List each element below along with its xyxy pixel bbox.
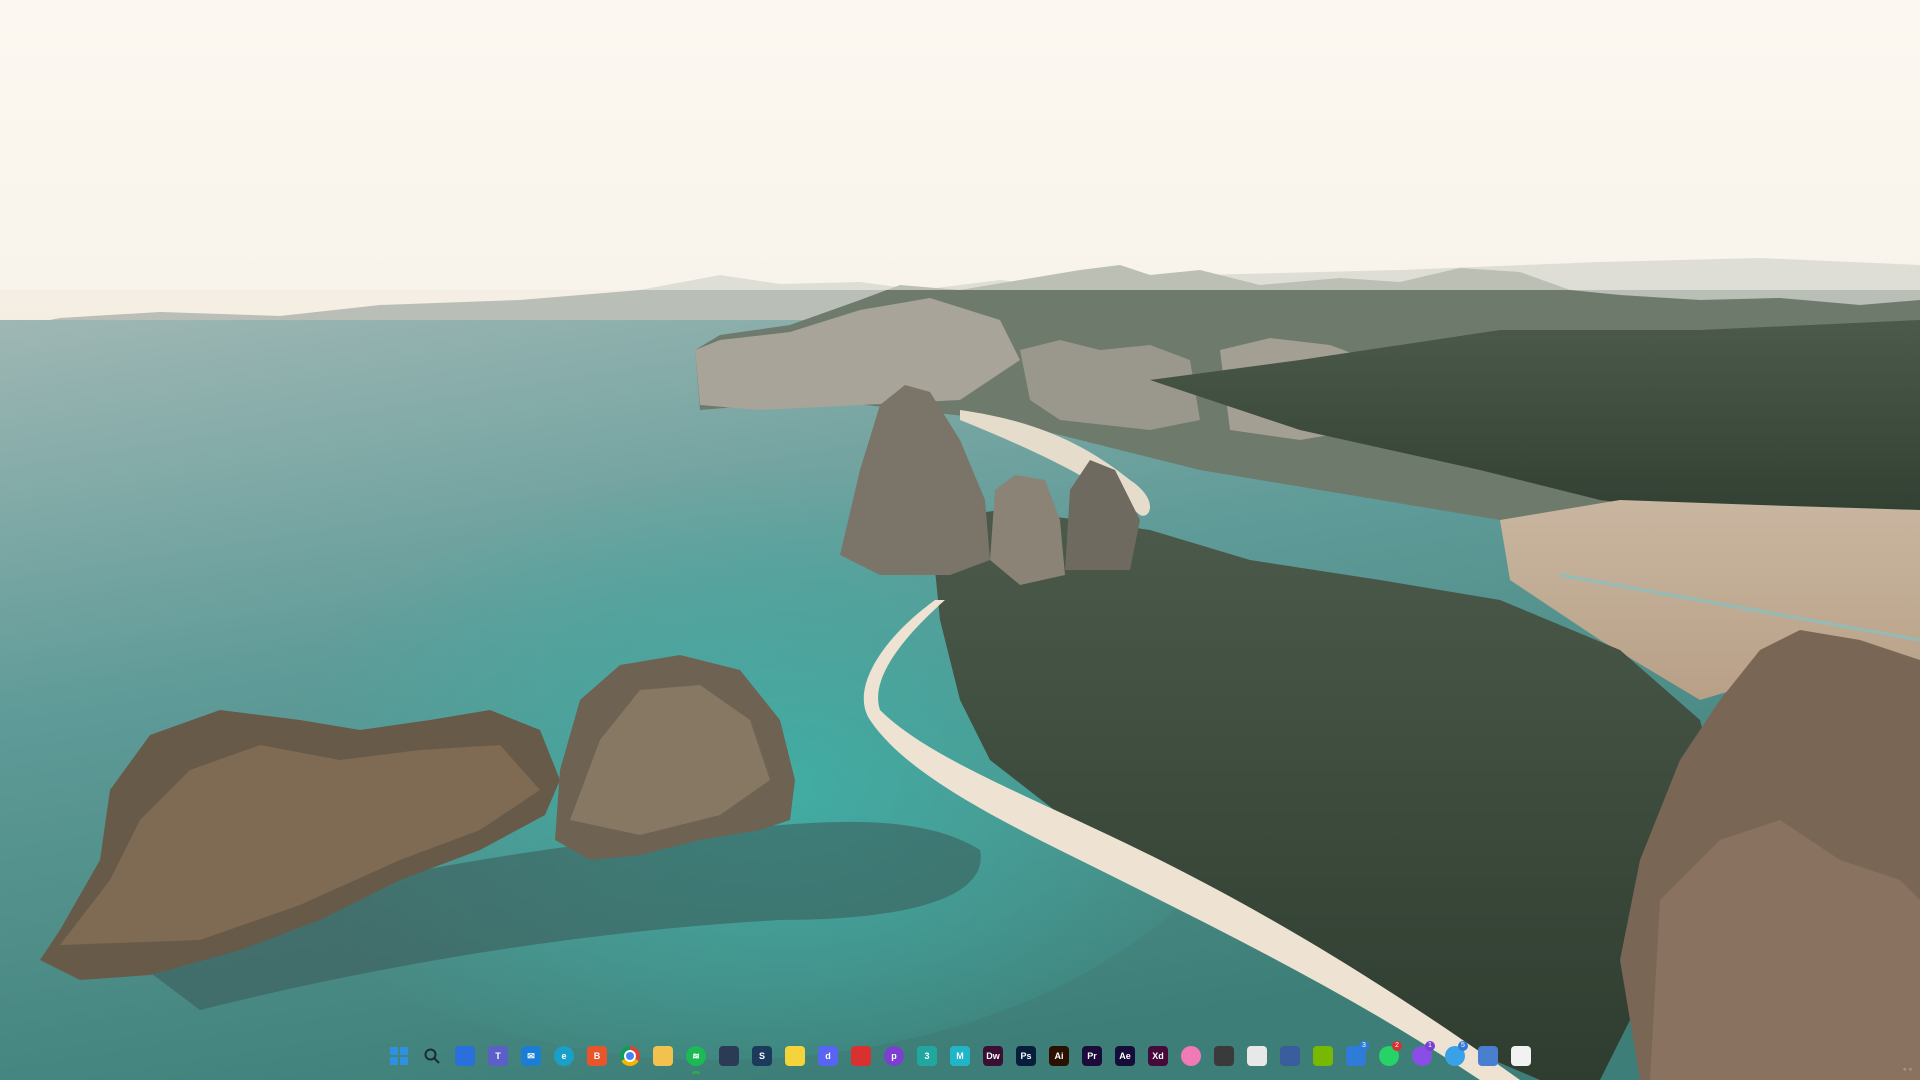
system-tray[interactable]: ◦ ◦ (1903, 1064, 1912, 1074)
search-icon (422, 1046, 442, 1066)
notes-app-icon (1280, 1046, 1300, 1066)
windows-logo-icon (389, 1046, 409, 1066)
taskbar-after-effects-button[interactable]: Ae (1110, 1036, 1140, 1076)
purple-app-icon: p (884, 1046, 904, 1066)
edge-icon: e (554, 1046, 574, 1066)
notification-badge: 3 (1359, 1041, 1369, 1051)
teal-app-icon: 3 (917, 1046, 937, 1066)
taskbar-premiere-button[interactable]: Pr (1077, 1036, 1107, 1076)
taskbar-steam-button[interactable]: S (747, 1036, 777, 1076)
taskbar-app-teal-button[interactable]: 3 (912, 1036, 942, 1076)
taskbar-photoshop-button[interactable]: Ps (1011, 1036, 1041, 1076)
folder-icon (653, 1046, 673, 1066)
taskbar-start-button[interactable] (384, 1036, 414, 1076)
desktop: T ✉ e B ≋ Sd p 3 M Dw Ps Ai Pr Ae Xd 3 2 1 5 ◦ ◦ (0, 0, 1920, 1080)
taskbar-nvidia-button[interactable] (1308, 1036, 1338, 1076)
calculator-icon (1478, 1046, 1498, 1066)
after-effects-icon: Ae (1115, 1046, 1135, 1066)
taskbar-mail-button[interactable]: ✉ (516, 1036, 546, 1076)
taskbar-app-blue-doc-button[interactable] (1275, 1036, 1305, 1076)
taskbar-illustrator-button[interactable]: Ai (1044, 1036, 1074, 1076)
taskbar-messenger-button[interactable]: 1 (1407, 1036, 1437, 1076)
sticky-notes-icon (785, 1046, 805, 1066)
taskbar-davinci-button[interactable] (1209, 1036, 1239, 1076)
spotify-icon: ≋ (686, 1046, 706, 1066)
red-app-icon (851, 1046, 871, 1066)
taskbar-calculator-button[interactable] (1473, 1036, 1503, 1076)
taskbar-xd-button[interactable]: Xd (1143, 1036, 1173, 1076)
photoshop-icon: Ps (1016, 1046, 1036, 1066)
discord-icon: d (818, 1046, 838, 1066)
teams-icon: T (488, 1046, 508, 1066)
notification-badge: 1 (1425, 1041, 1435, 1051)
brave-icon: B (587, 1046, 607, 1066)
task-view-icon (455, 1046, 475, 1066)
davinci-icon (1214, 1046, 1234, 1066)
taskbar-spotify-button[interactable]: ≋ (681, 1036, 711, 1076)
taskbar-app-red-button[interactable] (846, 1036, 876, 1076)
taskbar: T ✉ e B ≋ Sd p 3 M Dw Ps Ai Pr Ae Xd 3 2 1 5 (0, 1032, 1920, 1080)
document-app-icon (1247, 1046, 1267, 1066)
cyan-app-icon: M (950, 1046, 970, 1066)
store-icon (719, 1046, 739, 1066)
taskbar-brave-button[interactable]: B (582, 1036, 612, 1076)
taskbar-whatsapp-button[interactable]: 2 (1374, 1036, 1404, 1076)
wallpaper-image (0, 0, 1920, 1080)
chrome-icon (620, 1046, 640, 1066)
taskbar-discord-button[interactable]: d (813, 1036, 843, 1076)
taskbar-pinned-apps: T ✉ e B ≋ Sd p 3 M Dw Ps Ai Pr Ae Xd 3 2 1 5 (384, 1036, 1536, 1076)
taskbar-task-view-button[interactable] (450, 1036, 480, 1076)
mail-icon: ✉ (521, 1046, 541, 1066)
illustrator-icon: Ai (1049, 1046, 1069, 1066)
taskbar-app-blue-badge-button[interactable]: 3 (1341, 1036, 1371, 1076)
taskbar-dreamweaver-button[interactable]: Dw (978, 1036, 1008, 1076)
steam-icon: S (752, 1046, 772, 1066)
notification-badge: 2 (1392, 1041, 1402, 1051)
premiere-icon: Pr (1082, 1046, 1102, 1066)
taskbar-app-light-blue-button[interactable]: 5 (1440, 1036, 1470, 1076)
xd-icon: Xd (1148, 1046, 1168, 1066)
taskbar-store-button[interactable] (714, 1036, 744, 1076)
taskbar-app-white-2-button[interactable] (1506, 1036, 1536, 1076)
taskbar-search-button[interactable] (417, 1036, 447, 1076)
tray-indicator-icon: ◦ ◦ (1903, 1064, 1912, 1074)
taskbar-teams-button[interactable]: T (483, 1036, 513, 1076)
nvidia-icon (1313, 1046, 1333, 1066)
taskbar-sticky-notes-button[interactable] (780, 1036, 810, 1076)
taskbar-app-white-button[interactable] (1242, 1036, 1272, 1076)
white-app-icon (1511, 1046, 1531, 1066)
dreamweaver-icon: Dw (983, 1046, 1003, 1066)
taskbar-chrome-button[interactable] (615, 1036, 645, 1076)
taskbar-app-purple-button[interactable]: p (879, 1036, 909, 1076)
taskbar-app-cyan-button[interactable]: M (945, 1036, 975, 1076)
photos-icon (1181, 1046, 1201, 1066)
taskbar-edge-button[interactable]: e (549, 1036, 579, 1076)
taskbar-photos-button[interactable] (1176, 1036, 1206, 1076)
notification-badge: 5 (1458, 1041, 1468, 1051)
taskbar-file-explorer-button[interactable] (648, 1036, 678, 1076)
